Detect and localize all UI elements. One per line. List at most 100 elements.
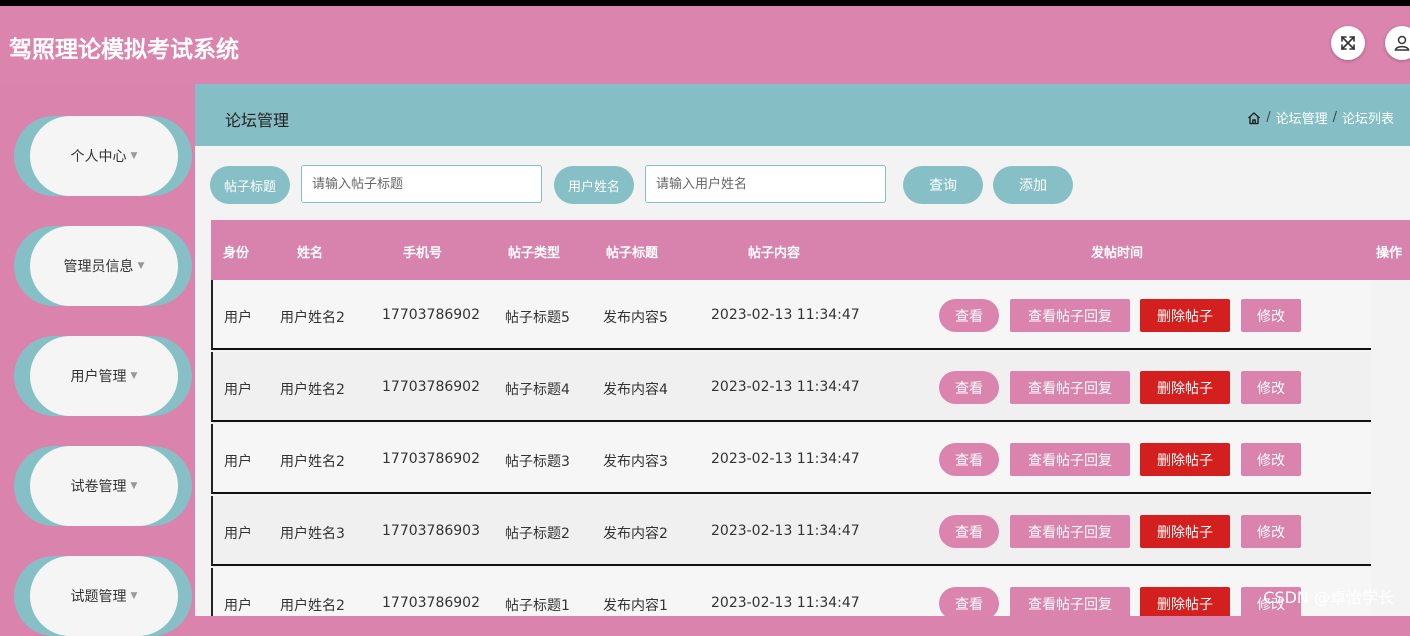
column-header-name: 姓名 (297, 246, 324, 261)
forum-table: 身份 姓名 手机号 帖子类型 帖子标题 帖子内容 发帖时间 操作 用户 用户姓名… (211, 220, 1410, 616)
sidebar: 个人中心 ▼ 管理员信息 ▼ 用户管理 ▼ 试卷管理 ▼ 试题管理 ▼ (0, 84, 195, 636)
cell-phone: 17703786902 (382, 595, 480, 611)
cell-name: 用户姓名2 (280, 598, 345, 614)
search-bar: 帖子标题 用户姓名 查询 添加 (195, 164, 1410, 206)
cell-post-time: 2023-02-13 11:34:47 (711, 523, 860, 539)
column-header-post-content: 帖子内容 (748, 246, 801, 261)
cell-phone: 17703786902 (382, 307, 480, 323)
view-replies-button[interactable]: 查看帖子回复 (1010, 299, 1130, 332)
view-replies-button[interactable]: 查看帖子回复 (1010, 587, 1130, 616)
page-title: 论坛管理 (225, 111, 290, 130)
query-button[interactable]: 查询 (903, 166, 983, 204)
edit-button[interactable]: 修改 (1241, 443, 1301, 476)
view-button[interactable]: 查看 (939, 371, 999, 404)
column-header-actions: 操作 (1376, 246, 1403, 261)
cell-post-title: 帖子标题4 (505, 382, 570, 398)
breadcrumb-separator: / (1266, 110, 1271, 125)
table-row: 用户 用户姓名2 17703786902 帖子标题4 发布内容4 2023-02… (211, 352, 1371, 422)
cell-post-time: 2023-02-13 11:34:47 (711, 595, 860, 611)
cell-post-title: 帖子标题5 (505, 310, 570, 326)
cell-name: 用户姓名3 (280, 526, 345, 542)
table-row: 用户 用户姓名2 17703786902 帖子标题1 发布内容1 2023-02… (211, 568, 1371, 616)
cell-post-content: 发布内容2 (603, 526, 668, 542)
home-icon[interactable] (1247, 111, 1261, 125)
caret-down-icon: ▼ (137, 261, 145, 271)
sidebar-item-label: 试卷管理 (70, 479, 127, 495)
cell-name: 用户姓名2 (280, 382, 345, 398)
fullscreen-button[interactable] (1331, 26, 1365, 60)
post-title-label: 帖子标题 (210, 166, 290, 204)
column-header-post-time: 发帖时间 (1091, 246, 1144, 261)
sidebar-item-label: 用户管理 (70, 369, 127, 385)
add-button[interactable]: 添加 (993, 166, 1073, 204)
breadcrumb-forum-list: 论坛列表 (1341, 112, 1394, 127)
cell-identity: 用户 (224, 526, 252, 542)
column-header-post-title: 帖子标题 (606, 246, 659, 261)
caret-down-icon: ▼ (130, 371, 138, 381)
cell-post-content: 发布内容1 (603, 598, 668, 614)
sidebar-item-label: 管理员信息 (63, 259, 134, 275)
view-button[interactable]: 查看 (939, 587, 999, 616)
sidebar-item-admin-info[interactable]: 管理员信息 ▼ (14, 226, 192, 306)
cell-post-title: 帖子标题3 (505, 454, 570, 470)
table-row: 用户 用户姓名3 17703786903 帖子标题2 发布内容2 2023-02… (211, 496, 1371, 566)
cell-post-time: 2023-02-13 11:34:47 (711, 451, 860, 467)
breadcrumb: / 论坛管理 / 论坛列表 (1247, 108, 1394, 127)
user-icon (1394, 35, 1410, 51)
cell-post-title: 帖子标题1 (505, 598, 570, 614)
user-name-input[interactable] (645, 165, 886, 203)
table-header: 身份 姓名 手机号 帖子类型 帖子标题 帖子内容 发帖时间 操作 (211, 220, 1410, 280)
sidebar-item-paper-management[interactable]: 试卷管理 ▼ (14, 446, 192, 526)
caret-down-icon: ▼ (130, 481, 138, 491)
cell-post-time: 2023-02-13 11:34:47 (711, 379, 860, 395)
sidebar-item-personal-center[interactable]: 个人中心 ▼ (14, 116, 192, 196)
view-button[interactable]: 查看 (939, 515, 999, 548)
cell-phone: 17703786902 (382, 379, 480, 395)
caret-down-icon: ▼ (130, 151, 138, 161)
delete-post-button[interactable]: 删除帖子 (1140, 587, 1230, 616)
view-button[interactable]: 查看 (939, 443, 999, 476)
cell-name: 用户姓名2 (280, 310, 345, 326)
cell-identity: 用户 (224, 598, 252, 614)
cell-identity: 用户 (224, 454, 252, 470)
edit-button[interactable]: 修改 (1241, 371, 1301, 404)
cell-post-content: 发布内容5 (603, 310, 668, 326)
main-content: 论坛管理 / 论坛管理 / 论坛列表 帖子标题 用户姓名 查询 添加 身份 姓名 (195, 84, 1410, 616)
sidebar-item-user-management[interactable]: 用户管理 ▼ (14, 336, 192, 416)
column-header-identity: 身份 (223, 246, 250, 261)
app-title: 驾照理论模拟考试系统 (9, 37, 239, 63)
delete-post-button[interactable]: 删除帖子 (1140, 299, 1230, 332)
cell-identity: 用户 (224, 310, 252, 326)
delete-post-button[interactable]: 删除帖子 (1140, 443, 1230, 476)
user-button[interactable] (1385, 26, 1410, 60)
breadcrumb-forum-management[interactable]: 论坛管理 (1276, 108, 1328, 127)
delete-post-button[interactable]: 删除帖子 (1140, 515, 1230, 548)
app-header: 驾照理论模拟考试系统 (0, 6, 1410, 84)
edit-button[interactable]: 修改 (1241, 299, 1301, 332)
view-replies-button[interactable]: 查看帖子回复 (1010, 443, 1130, 476)
cell-post-time: 2023-02-13 11:34:47 (711, 307, 860, 323)
cell-name: 用户姓名2 (280, 454, 345, 470)
breadcrumb-separator: / (1332, 110, 1337, 125)
watermark: CSDN @卓怡学长 (1263, 588, 1394, 607)
cell-phone: 17703786902 (382, 451, 480, 467)
sidebar-item-label: 试题管理 (70, 589, 127, 605)
cell-phone: 17703786903 (382, 523, 480, 539)
caret-down-icon: ▼ (130, 591, 138, 601)
view-replies-button[interactable]: 查看帖子回复 (1010, 515, 1130, 548)
view-button[interactable]: 查看 (939, 299, 999, 332)
view-replies-button[interactable]: 查看帖子回复 (1010, 371, 1130, 404)
edit-button[interactable]: 修改 (1241, 515, 1301, 548)
sidebar-item-question-management[interactable]: 试题管理 ▼ (14, 556, 192, 636)
column-header-phone: 手机号 (403, 246, 443, 261)
cell-identity: 用户 (224, 382, 252, 398)
post-title-input[interactable] (301, 165, 542, 203)
expand-icon (1341, 36, 1355, 50)
delete-post-button[interactable]: 删除帖子 (1140, 371, 1230, 404)
cell-post-title: 帖子标题2 (505, 526, 570, 542)
table-row: 用户 用户姓名2 17703786902 帖子标题5 发布内容5 2023-02… (211, 280, 1371, 350)
column-header-post-type: 帖子类型 (508, 246, 561, 261)
sidebar-item-label: 个人中心 (70, 149, 127, 165)
title-bar: 论坛管理 / 论坛管理 / 论坛列表 (195, 84, 1410, 146)
table-row: 用户 用户姓名2 17703786902 帖子标题3 发布内容3 2023-02… (211, 424, 1371, 494)
